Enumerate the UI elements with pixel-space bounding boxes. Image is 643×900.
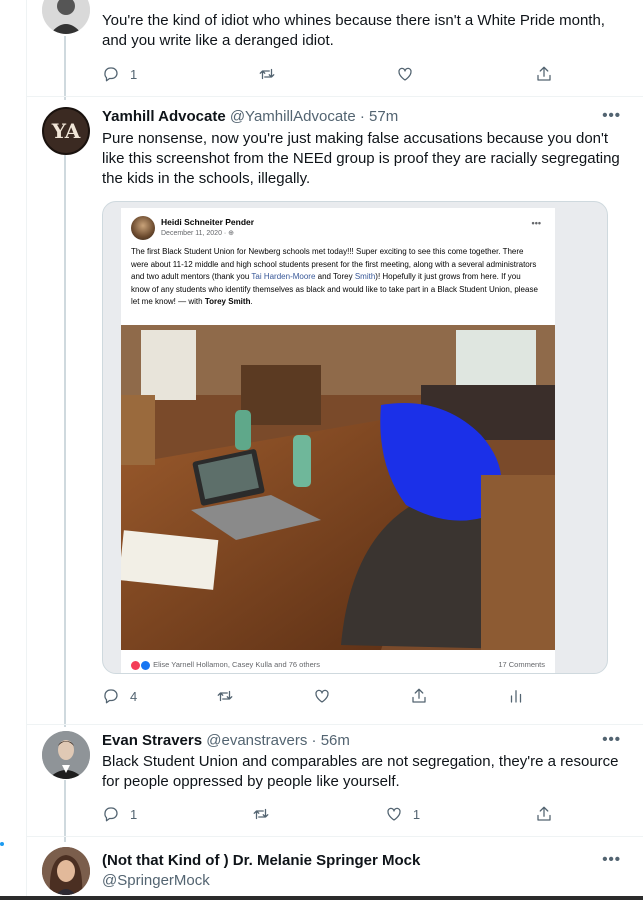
share-button[interactable]	[535, 65, 553, 83]
reply-button[interactable]: 1	[102, 805, 137, 823]
tweet-text: Pure nonsense, now you're just making fa…	[102, 130, 620, 187]
more-icon: •••	[602, 107, 621, 124]
tweet[interactable]: (Not that Kind of ) Dr. Melanie Springer…	[27, 837, 643, 900]
share-button[interactable]	[535, 805, 553, 823]
tweet-text: Black Student Union and comparables are …	[102, 753, 619, 790]
like-button[interactable]	[313, 687, 331, 705]
retweet-icon	[217, 690, 233, 702]
fb-mention-link: Tai Harden-Moore	[251, 272, 316, 281]
facebook-post-screenshot: Heidi Schneiter Pender December 11, 2020…	[121, 208, 555, 673]
retweet-icon	[253, 808, 269, 820]
tweet-actions: 1 1	[102, 804, 553, 824]
avatar[interactable]	[42, 0, 90, 34]
share-icon	[412, 688, 426, 703]
reply-count: 1	[130, 66, 138, 82]
author-handle[interactable]: @SpringerMock	[102, 872, 210, 889]
more-button[interactable]: •••	[602, 851, 621, 868]
tweet-text: You're the kind of idiot who whines beca…	[102, 12, 605, 49]
more-icon: •••	[602, 731, 621, 748]
fb-tagged: Torey Smith	[204, 297, 251, 306]
fb-reactions: Elise Yarnell Hollamon, Casey Kulla and …	[131, 660, 545, 670]
analytics-button[interactable]	[507, 687, 525, 705]
like-icon	[315, 689, 329, 703]
tweet-actions: 1	[102, 64, 553, 84]
like-count: 1	[412, 806, 421, 822]
reply-count: 1	[130, 806, 138, 822]
fb-date: December 11, 2020 · ⊕	[161, 230, 235, 237]
avatar[interactable]: YA	[42, 107, 90, 155]
fb-avatar	[131, 216, 155, 240]
like-button[interactable]	[396, 65, 414, 83]
author-name[interactable]: Evan Stravers	[102, 732, 202, 749]
avatar-logo: YA	[51, 119, 81, 143]
avatar[interactable]	[42, 731, 90, 779]
author-handle[interactable]: @YamhillAdvocate	[230, 108, 356, 125]
tweet-actions: 4	[102, 686, 525, 706]
unread-indicator	[0, 842, 4, 846]
reply-button[interactable]: 4	[102, 687, 137, 705]
meeting-photo	[121, 325, 555, 650]
reply-icon	[104, 807, 118, 822]
fb-mention-link: Smith	[354, 272, 376, 281]
share-icon	[537, 806, 551, 821]
more-icon: •••	[602, 851, 621, 868]
share-icon	[537, 66, 551, 81]
avatar[interactable]	[42, 847, 90, 895]
like-button[interactable]: 1	[385, 805, 420, 823]
author-handle[interactable]: @evanstravers	[206, 732, 307, 749]
more-button[interactable]: •••	[602, 107, 621, 124]
tweet-time[interactable]: · 56m	[312, 732, 350, 749]
retweet-button[interactable]	[252, 805, 270, 823]
tweet[interactable]: Evan Stravers @evanstravers · 56m ••• Bl…	[27, 725, 643, 837]
reply-count: 4	[130, 688, 138, 704]
author-name[interactable]: (Not that Kind of ) Dr. Melanie Springer…	[102, 852, 420, 869]
tweet-media-image[interactable]: Heidi Schneiter Pender December 11, 2020…	[102, 201, 608, 674]
more-button[interactable]: •••	[602, 731, 621, 748]
like-icon	[398, 67, 413, 81]
reply-button[interactable]: 1	[102, 65, 137, 83]
tweet-time[interactable]: · 57m	[360, 108, 398, 125]
fb-more-icon: •••	[531, 218, 541, 228]
author-name[interactable]: Yamhill Advocate	[102, 108, 226, 125]
retweet-icon	[259, 68, 275, 80]
reply-icon	[104, 689, 118, 704]
tweet[interactable]: You're the kind of idiot who whines beca…	[27, 0, 643, 96]
fb-post-text: The first Black Student Union for Newber…	[131, 247, 538, 306]
bottom-edge-bar	[0, 896, 643, 900]
retweet-button[interactable]	[216, 687, 234, 705]
like-icon	[387, 807, 401, 821]
retweet-button[interactable]	[258, 65, 276, 83]
analytics-icon	[510, 690, 522, 703]
share-button[interactable]	[410, 687, 428, 705]
fb-author: Heidi Schneiter Pender	[161, 217, 255, 227]
reply-icon	[104, 67, 118, 82]
fb-comments-count: 17 Comments	[498, 660, 545, 669]
